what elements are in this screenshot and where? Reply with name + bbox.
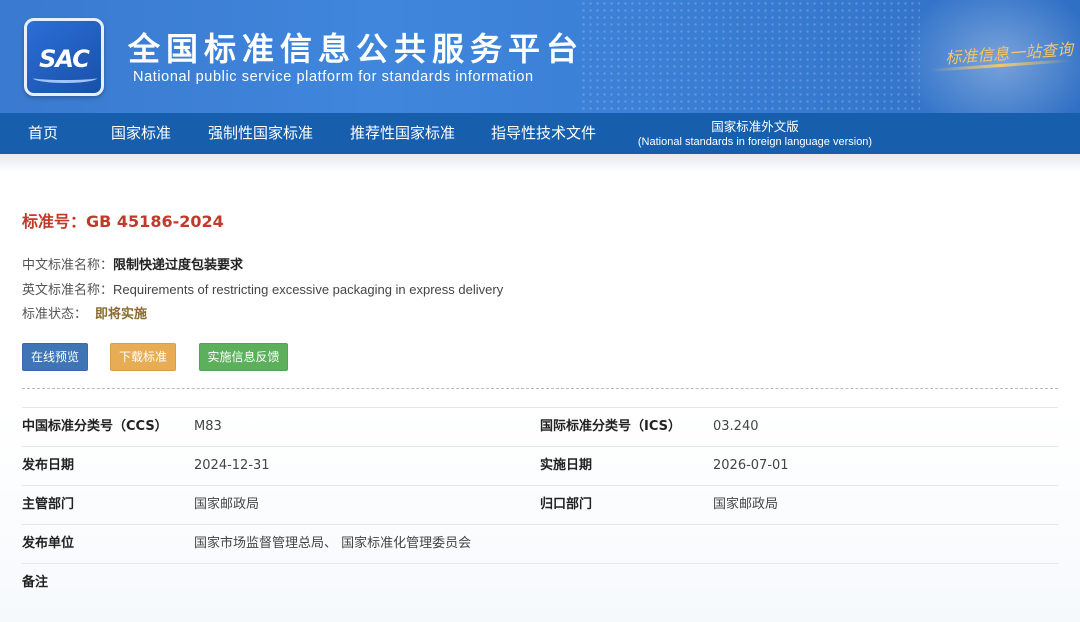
table-row: 发布单位 国家市场监督管理总局、 国家标准化管理委员会	[22, 524, 1058, 563]
en-name-label: 英文标准名称：	[22, 283, 114, 298]
table-row: 主管部门 国家邮政局 归口部门 国家邮政局	[22, 485, 1058, 524]
status-label: 标准状态：	[22, 307, 88, 322]
en-name-row: 英文标准名称：Requirements of restricting exces…	[22, 279, 503, 298]
publish-date-value: 2024-12-31	[194, 458, 270, 473]
details-table: 中国标准分类号（CCS） M83 国际标准分类号（ICS） 03.240 发布日…	[0, 407, 1080, 622]
publisher-value: 国家市场监督管理总局、 国家标准化管理委员会	[194, 536, 472, 551]
publish-date-label: 发布日期	[22, 458, 75, 473]
standard-title: 标准号：GB 45186-2024	[22, 208, 224, 232]
effective-date-value: 2026-07-01	[713, 458, 789, 473]
world-map-decoration	[580, 0, 920, 113]
cn-name-label: 中文标准名称：	[22, 258, 114, 273]
centralized-dept-value: 国家邮政局	[713, 497, 779, 512]
nav-item-national-standards[interactable]: 国家标准	[111, 113, 171, 154]
download-standard-button[interactable]: 下载标准	[110, 343, 176, 371]
remarks-label: 备注	[22, 575, 49, 590]
ics-label: 国际标准分类号（ICS）	[540, 419, 681, 434]
site-title: 全国标准信息公共服务平台	[128, 30, 585, 68]
cn-name-value: 限制快递过度包装要求	[113, 258, 244, 273]
status-value: 即将实施	[95, 307, 148, 322]
logo-swoosh-icon	[33, 73, 97, 83]
nav-foreign-label-zh: 国家标准外文版	[711, 119, 799, 134]
nav-item-recommended-standards[interactable]: 推荐性国家标准	[350, 113, 455, 154]
authority-label: 主管部门	[22, 497, 75, 512]
main-nav: 首页 国家标准 强制性国家标准 推荐性国家标准 指导性技术文件 国家标准外文版 …	[0, 113, 1080, 154]
ccs-value: M83	[194, 419, 222, 434]
section-divider	[22, 388, 1058, 389]
implementation-feedback-button[interactable]: 实施信息反馈	[199, 343, 288, 371]
effective-date-label: 实施日期	[540, 458, 593, 473]
nav-item-guidance-documents[interactable]: 指导性技术文件	[491, 113, 596, 154]
sac-logo[interactable]: SAC	[24, 18, 104, 96]
nav-foreign-label-en: (National standards in foreign language …	[637, 136, 873, 148]
ics-value: 03.240	[713, 419, 759, 434]
online-preview-button[interactable]: 在线预览	[22, 343, 88, 371]
table-row: 中国标准分类号（CCS） M83 国际标准分类号（ICS） 03.240	[22, 407, 1058, 446]
nav-item-mandatory-standards[interactable]: 强制性国家标准	[208, 113, 313, 154]
publisher-label: 发布单位	[22, 536, 75, 551]
nav-shadow-divider	[0, 154, 1080, 172]
table-row: 发布日期 2024-12-31 实施日期 2026-07-01	[22, 446, 1058, 485]
authority-value: 国家邮政局	[194, 497, 260, 512]
nav-item-home[interactable]: 首页	[28, 113, 58, 154]
en-name-value: Requirements of restricting excessive pa…	[113, 282, 504, 297]
status-row: 标准状态： 即将实施	[22, 303, 147, 322]
cn-name-row: 中文标准名称：限制快递过度包装要求	[22, 254, 243, 273]
standard-code: GB 45186-2024	[86, 212, 224, 231]
logo-text: SAC	[39, 45, 90, 73]
table-row: 备注	[22, 563, 1058, 602]
centralized-dept-label: 归口部门	[540, 497, 593, 512]
standard-title-prefix: 标准号：	[22, 212, 87, 231]
ccs-label: 中国标准分类号（CCS）	[22, 419, 168, 434]
nav-item-foreign-language[interactable]: 国家标准外文版 (National standards in foreign l…	[630, 119, 880, 150]
header-banner: SAC 全国标准信息公共服务平台 National public service…	[0, 0, 1080, 113]
site-subtitle: National public service platform for sta…	[133, 69, 534, 85]
